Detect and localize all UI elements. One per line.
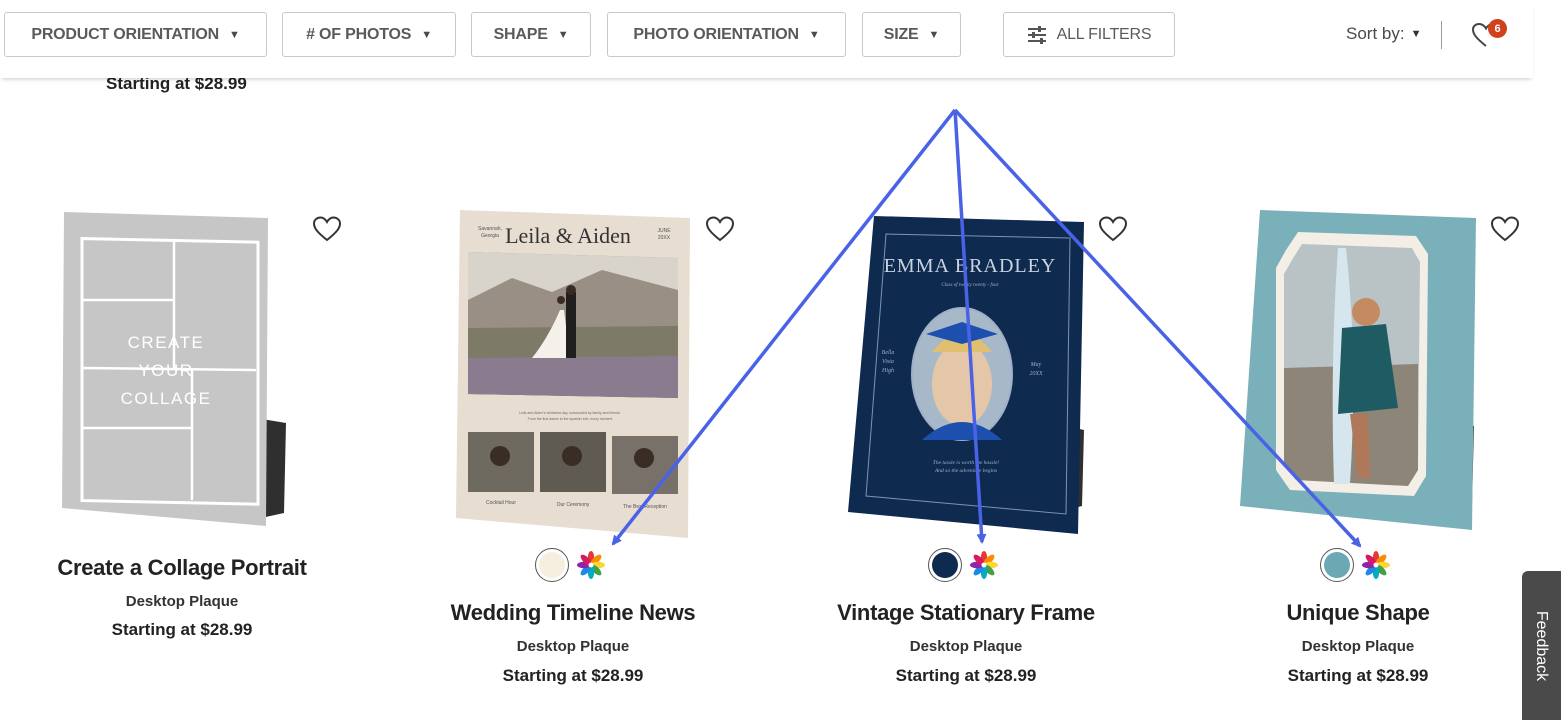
filter-label: PRODUCT ORIENTATION xyxy=(31,25,219,43)
svg-text:Leila and Aiden's whirlwind da: Leila and Aiden's whirlwind day, surroun… xyxy=(519,411,621,415)
svg-text:Vista: Vista xyxy=(882,359,894,365)
svg-text:Bella: Bella xyxy=(882,350,895,356)
filter-label: # OF PHOTOS xyxy=(306,25,412,43)
product-price: Starting at $28.99 xyxy=(111,620,253,639)
favorite-heart-icon[interactable] xyxy=(1490,215,1520,243)
product-title[interactable]: Create a Collage Portrait xyxy=(0,555,378,581)
plaque-heading: EMMA BRADLEY xyxy=(884,255,1057,277)
caret-down-icon: ▼ xyxy=(808,28,820,41)
filter-label: SHAPE xyxy=(493,25,548,43)
caret-down-icon: ▼ xyxy=(421,28,432,41)
product-title[interactable]: Vintage Stationary Frame xyxy=(770,600,1162,626)
product-type: Desktop Plaque xyxy=(909,638,1023,655)
svg-text:JUNE: JUNE xyxy=(657,228,671,234)
filter-shape[interactable]: SHAPE ▼ xyxy=(471,12,591,57)
favorite-heart-icon[interactable] xyxy=(705,215,735,243)
product-title[interactable]: Unique Shape xyxy=(1162,600,1554,626)
filter-size[interactable]: SIZE ▼ xyxy=(862,12,961,57)
product-card[interactable]: Leila & Aiden Savannah, Georgia JUNE 20X… xyxy=(377,190,769,690)
product-image[interactable]: Leila & Aiden Savannah, Georgia JUNE 20X… xyxy=(452,208,692,538)
more-colors-icon[interactable] xyxy=(1362,551,1390,579)
filter-photo-orientation[interactable]: PHOTO ORIENTATION ▼ xyxy=(607,12,846,57)
collage-text-line: CREATE xyxy=(128,333,205,352)
product-type: Desktop Plaque xyxy=(125,593,239,610)
filter-number-of-photos[interactable]: # OF PHOTOS ▼ xyxy=(282,12,456,57)
svg-text:And so the adventure begins: And so the adventure begins xyxy=(934,468,997,474)
all-filters-label: ALL FILTERS xyxy=(1056,25,1152,43)
collage-text-line: YOUR xyxy=(138,361,193,380)
caret-down-icon: ▼ xyxy=(928,28,940,41)
product-card[interactable]: CREATE YOUR COLLAGE Create a Collage Por… xyxy=(0,190,378,690)
favorites-count-badge: 6 xyxy=(1488,19,1507,38)
more-colors-icon[interactable] xyxy=(577,551,605,579)
sort-dropdown[interactable]: Sort by: ▼ xyxy=(1346,24,1421,44)
product-image[interactable]: EMMA BRADLEY Class of twenty twenty - fo… xyxy=(846,214,1086,544)
divider xyxy=(1441,21,1442,49)
color-options xyxy=(928,548,998,582)
svg-text:20XX: 20XX xyxy=(1029,371,1043,377)
svg-text:The Best Reception: The Best Reception xyxy=(623,504,667,510)
svg-text:Savannah,: Savannah, xyxy=(478,226,502,232)
caret-down-icon: ▼ xyxy=(228,28,240,41)
filter-label: PHOTO ORIENTATION xyxy=(633,25,799,43)
svg-text:High: High xyxy=(881,368,894,374)
product-price: Starting at $28.99 xyxy=(502,666,644,685)
product-title[interactable]: Wedding Timeline News xyxy=(377,600,769,626)
svg-text:Cocktail Hour: Cocktail Hour xyxy=(486,500,516,506)
svg-text:Our Ceremony: Our Ceremony xyxy=(557,502,590,508)
more-colors-icon[interactable] xyxy=(970,551,998,579)
svg-text:Class of twenty twenty - four: Class of twenty twenty - four xyxy=(941,283,998,288)
product-image[interactable] xyxy=(1238,208,1478,538)
svg-text:From the first dance to the sp: From the first dance to the sparkler exi… xyxy=(528,417,613,421)
svg-text:20XX: 20XX xyxy=(658,235,671,241)
filter-product-orientation[interactable]: PRODUCT ORIENTATION ▼ xyxy=(4,12,267,57)
filter-bar: PRODUCT ORIENTATION ▼ # OF PHOTOS ▼ SHAPE ▼… xyxy=(0,0,1533,78)
collage-text-line: COLLAGE xyxy=(121,389,212,408)
product-type: Desktop Plaque xyxy=(1301,638,1415,655)
favorite-heart-icon[interactable] xyxy=(1098,215,1128,243)
product-card[interactable]: EMMA BRADLEY Class of twenty twenty - fo… xyxy=(770,190,1162,690)
favorite-heart-icon[interactable] xyxy=(312,215,342,243)
feedback-tab[interactable]: Feedback xyxy=(1522,571,1561,720)
sliders-icon xyxy=(1027,25,1046,44)
product-price: Starting at $28.99 xyxy=(1287,666,1429,685)
product-card[interactable]: Unique Shape Desktop Plaque Starting at … xyxy=(1162,190,1554,690)
svg-text:The tassle is worth the hassle: The tassle is worth the hassle! xyxy=(933,460,1000,466)
caret-down-icon: ▼ xyxy=(1410,28,1422,40)
filter-label: SIZE xyxy=(883,25,919,43)
all-filters-button[interactable]: ALL FILTERS xyxy=(1003,12,1175,57)
color-options xyxy=(1320,548,1390,582)
product-type: Desktop Plaque xyxy=(516,638,630,655)
caret-down-icon: ▼ xyxy=(557,28,569,41)
plaque-heading: Leila & Aiden xyxy=(505,223,631,248)
color-options xyxy=(535,548,605,582)
color-swatch[interactable] xyxy=(1320,548,1354,582)
svg-text:Georgia: Georgia xyxy=(481,233,499,239)
color-swatch[interactable] xyxy=(928,548,962,582)
color-swatch[interactable] xyxy=(535,548,569,582)
product-price: Starting at $28.99 xyxy=(895,666,1037,685)
sort-label: Sort by: xyxy=(1346,24,1405,43)
feedback-label: Feedback xyxy=(1533,610,1551,681)
svg-text:May: May xyxy=(1030,362,1042,368)
product-image[interactable]: CREATE YOUR COLLAGE xyxy=(56,208,296,528)
